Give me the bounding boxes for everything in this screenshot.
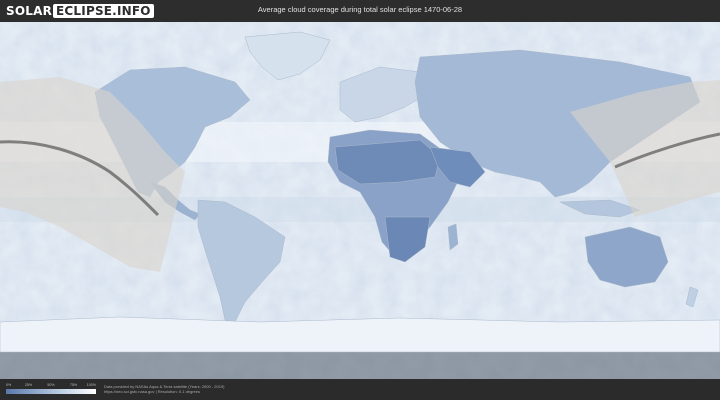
cloud-coverage-map[interactable]: [0, 22, 720, 379]
page-title: Average cloud coverage during total sola…: [257, 5, 463, 14]
legend-tick-label: 50%: [47, 383, 55, 387]
map-canvas: [0, 22, 720, 379]
legend-tick-label: 25%: [24, 383, 33, 387]
legend-ticks: 0% 25% 50% 75% 100%: [6, 383, 96, 388]
header-bar: SOLAR ECLIPSE.INFO Average cloud coverag…: [0, 0, 720, 22]
legend-tick-label: 100%: [86, 383, 96, 387]
footer-bar: 0% 25% 50% 75% 100% Data provided by NASAs A…: [0, 379, 720, 400]
data-credit: Data provided by NASAs Aqua & Terra sate…: [104, 384, 225, 394]
antarctica: [0, 316, 720, 353]
cloud-coverage-legend: 0% 25% 50% 75% 100%: [6, 383, 96, 397]
legend-gradient-bar: [6, 389, 96, 394]
sahara: [334, 139, 441, 185]
credit-line-2[interactable]: https://neo.sci.gsfc.nasa.gov | Resoluti…: [104, 389, 225, 394]
legend-tick-label: 0%: [6, 383, 12, 387]
legend-tick-label: 75%: [69, 383, 78, 387]
